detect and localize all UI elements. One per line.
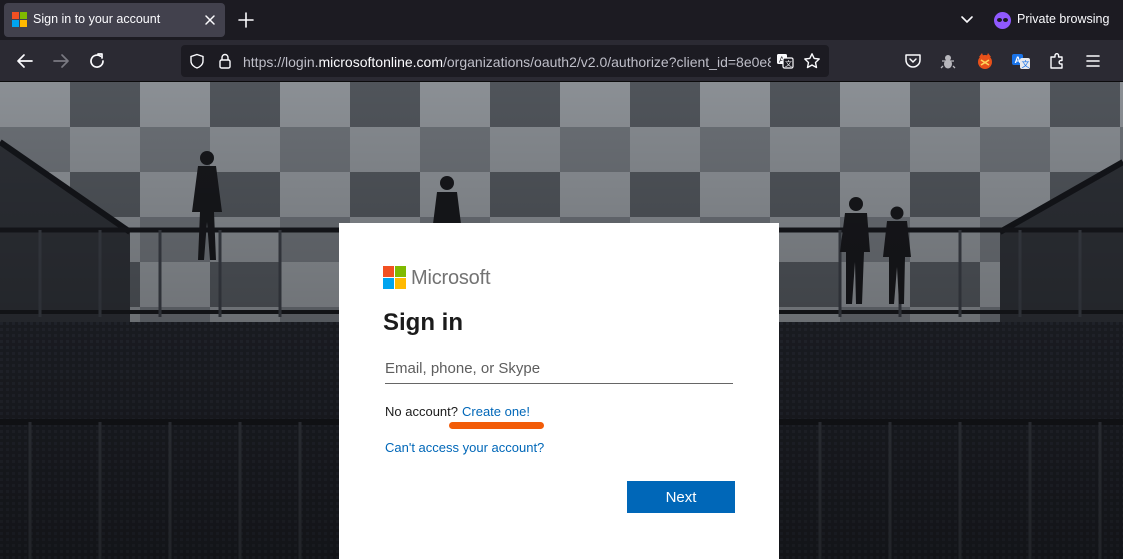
translate-icon[interactable]: A文 — [776, 52, 794, 70]
create-account-link[interactable]: Create one! — [462, 404, 530, 419]
shield-icon[interactable] — [189, 53, 205, 69]
sign-in-card: Microsoft Sign in No account? Create one… — [339, 223, 779, 559]
extension-fox-icon[interactable] — [975, 51, 995, 71]
no-account-label: No account? — [385, 404, 458, 419]
pocket-icon[interactable] — [903, 51, 923, 71]
url-prefix: https://login. — [243, 54, 319, 70]
translator-extension-icon[interactable]: A文 — [1011, 51, 1031, 71]
email-field[interactable] — [385, 354, 733, 384]
page-title: Sign in — [383, 309, 463, 336]
address-bar[interactable]: https://login.microsoftonline.com/organi… — [181, 45, 829, 77]
cant-access-account-link[interactable]: Can't access your account? — [385, 440, 544, 455]
microsoft-wordmark: Microsoft — [411, 267, 491, 289]
hamburger-menu-icon[interactable] — [1083, 51, 1103, 71]
extension-bug-icon[interactable] — [938, 51, 958, 71]
microsoft-favicon-icon — [12, 12, 28, 28]
forward-arrow-icon[interactable] — [49, 49, 73, 73]
url-path: /organizations/oauth2/v2.0/authorize?cli… — [443, 54, 771, 70]
close-tab-icon[interactable] — [202, 12, 218, 28]
tab-sign-in[interactable]: Sign in to your account — [4, 3, 225, 37]
back-arrow-icon[interactable] — [13, 49, 37, 73]
microsoft-logo-icon — [383, 266, 407, 290]
chevron-down-icon[interactable] — [957, 10, 977, 30]
new-tab-icon[interactable] — [234, 8, 258, 32]
reload-icon[interactable] — [85, 49, 109, 73]
private-browsing-label: Private browsing — [1017, 12, 1110, 26]
svg-text:文: 文 — [1022, 59, 1030, 69]
tab-title: Sign in to your account — [33, 12, 161, 26]
url-text[interactable]: https://login.microsoftonline.com/organi… — [243, 54, 771, 70]
tab-strip: Sign in to your account Private browsing — [0, 0, 1123, 40]
lock-icon[interactable] — [217, 52, 233, 70]
url-domain: microsoftonline.com — [318, 54, 444, 70]
extensions-puzzle-icon[interactable] — [1047, 51, 1067, 71]
next-button[interactable]: Next — [627, 481, 735, 513]
bookmark-star-icon[interactable] — [803, 52, 821, 70]
svg-text:文: 文 — [785, 59, 792, 68]
navigation-toolbar: https://login.microsoftonline.com/organi… — [0, 40, 1123, 82]
annotation-underline — [449, 422, 544, 429]
private-mask-icon — [994, 12, 1011, 29]
page-content: Microsoft Sign in No account? Create one… — [0, 82, 1123, 559]
